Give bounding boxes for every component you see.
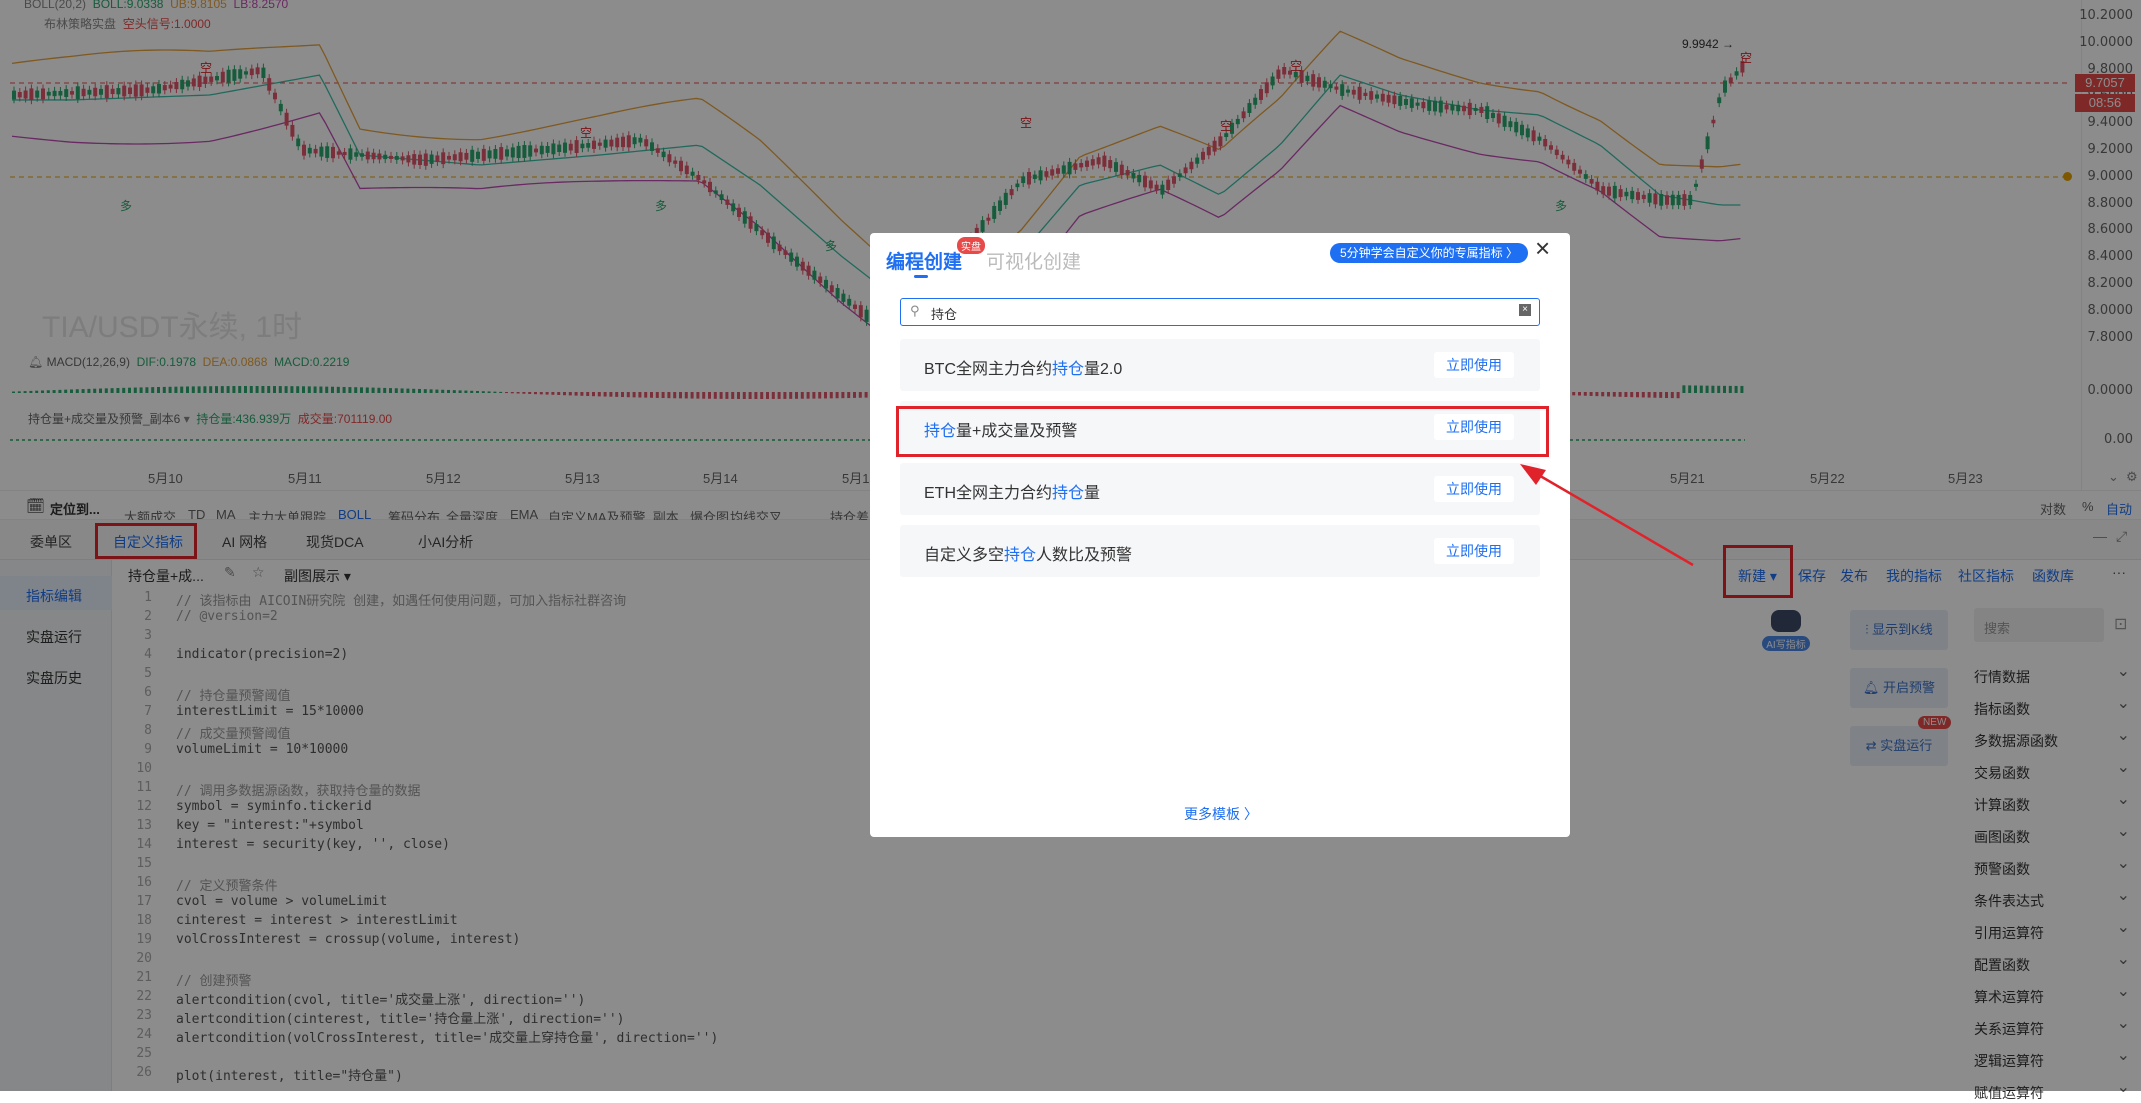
highlight-template [896,406,1549,457]
tab-visual-create[interactable]: 可视化创建 [986,247,1081,274]
use-now-button[interactable]: 立即使用 [1434,352,1514,378]
template-item[interactable]: 自定义多空持仓人数比及预警 立即使用 [900,525,1540,577]
search-icon: ⚲ [910,303,920,318]
close-icon[interactable]: × [1535,233,1550,264]
template-name-part: ETH全网主力合约 [924,485,1053,502]
template-name-part: 自定义多空 [924,547,1005,564]
tab-underline [914,275,928,278]
template-name-part: 量2.0 [1084,361,1123,378]
template-name-part: 量 [1084,485,1101,502]
template-name: 自定义多空持仓人数比及预警 [924,541,1132,565]
clear-icon[interactable]: × [1519,304,1531,316]
template-name: BTC全网主力合约持仓量2.0 [924,355,1122,379]
use-now-button[interactable]: 立即使用 [1434,538,1514,564]
template-search[interactable]: ⚲ 持仓 × [900,298,1540,326]
search-value: 持仓 [931,307,958,322]
template-name-part: 持仓 [1004,547,1037,564]
tab-code-create[interactable]: 编程创建 [886,247,962,274]
template-item[interactable]: BTC全网主力合约持仓量2.0 立即使用 [900,339,1540,391]
use-now-button[interactable]: 立即使用 [1434,476,1514,502]
template-item[interactable]: ETH全网主力合约持仓量 立即使用 [900,463,1540,515]
more-templates-link[interactable]: 更多模板 〉 [1184,804,1258,824]
template-name-part: 人数比及预警 [1036,547,1133,564]
create-indicator-dialog: 编程创建 实盘 可视化创建 5分钟学会自定义你的专属指标 〉 × ⚲ 持仓 × … [870,233,1570,837]
template-name-part: 持仓 [1052,485,1085,502]
template-name-part: BTC全网主力合约 [924,361,1053,378]
template-name: ETH全网主力合约持仓量 [924,479,1100,503]
template-name-part: 持仓 [1052,361,1085,378]
live-badge: 实盘 [957,237,985,254]
promo-link[interactable]: 5分钟学会自定义你的专属指标 〉 [1330,243,1529,263]
